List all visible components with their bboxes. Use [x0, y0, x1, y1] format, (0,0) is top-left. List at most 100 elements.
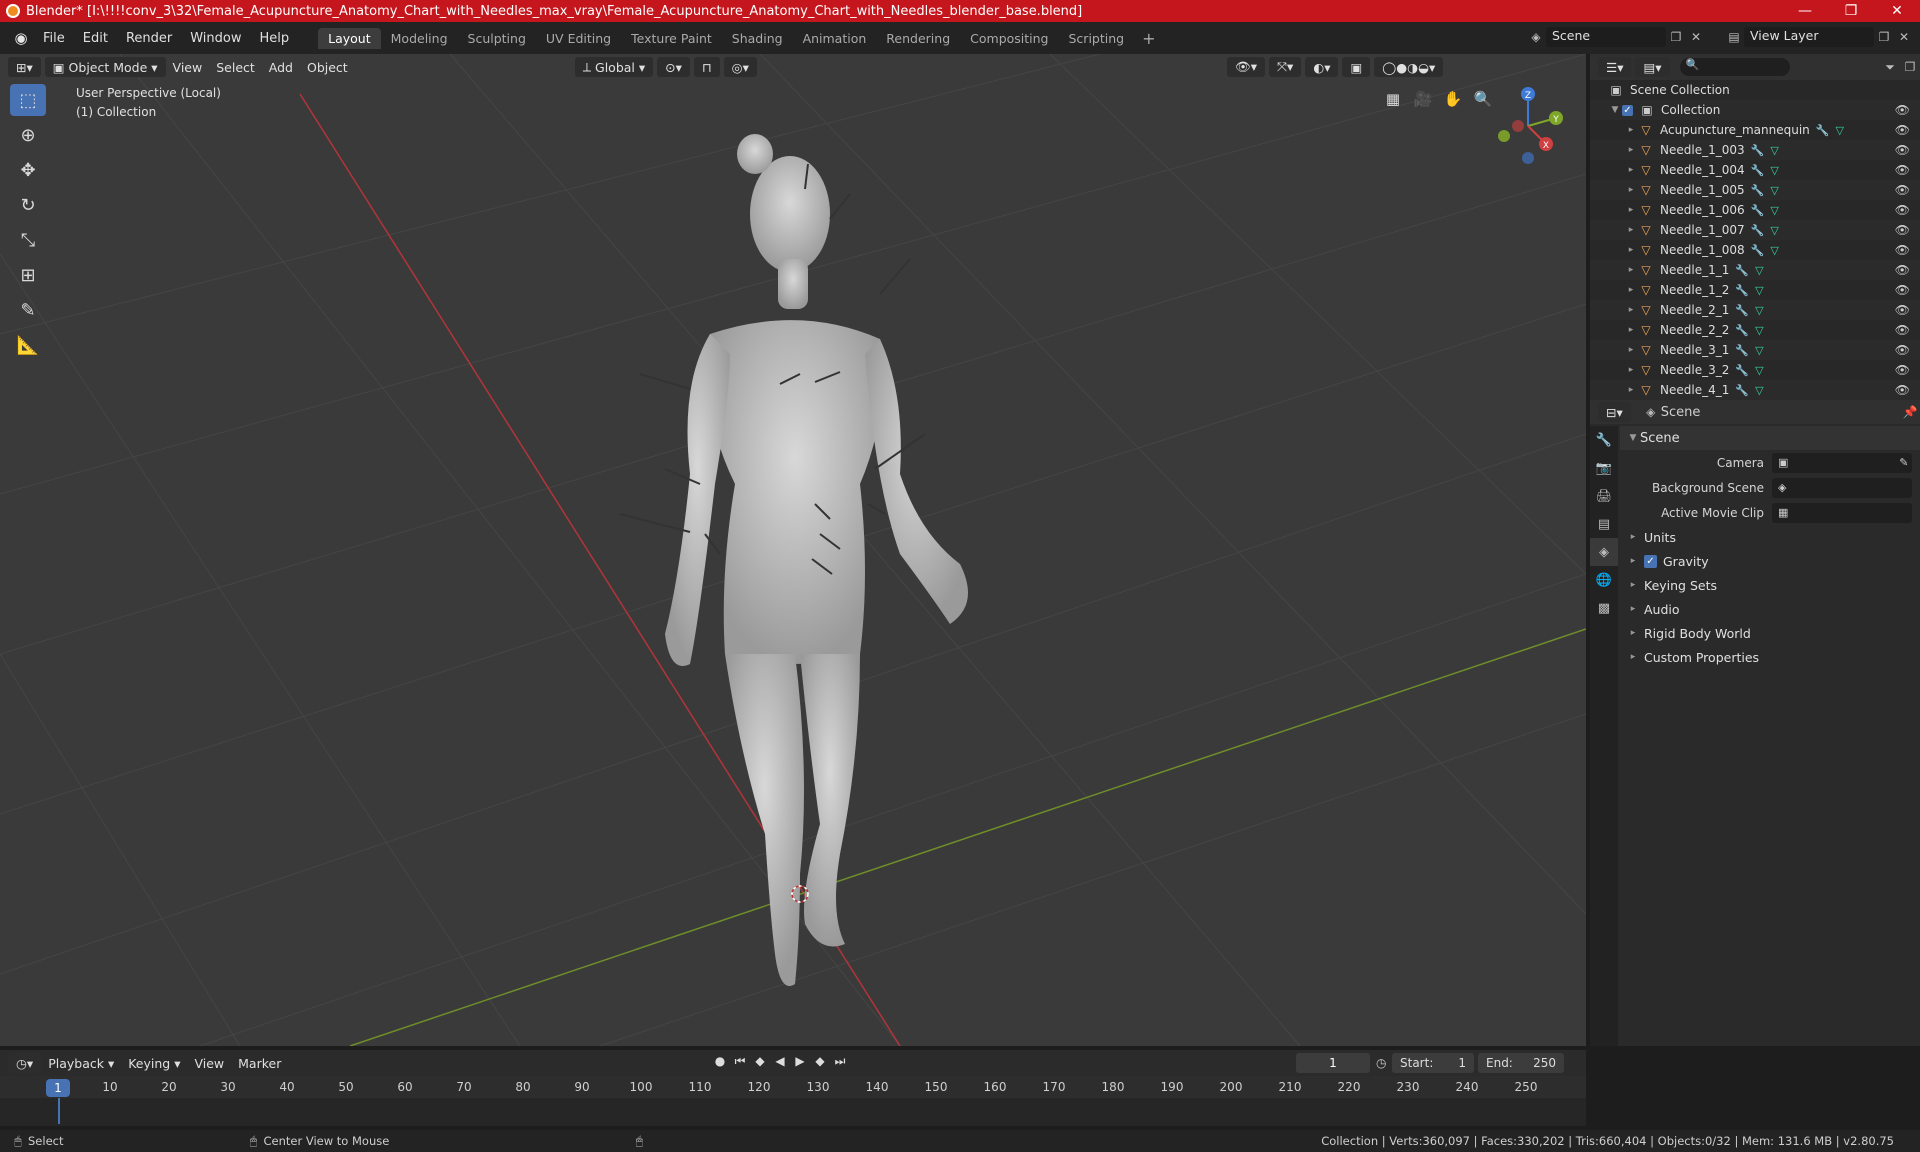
eye-icon[interactable]: 👁	[1895, 323, 1910, 337]
view-layer-field[interactable]: View Layer	[1744, 27, 1874, 47]
background-scene-field[interactable]: ◈	[1772, 477, 1912, 498]
delete-view-layer-icon[interactable]: ✕	[1894, 30, 1914, 44]
viewport-menu-object[interactable]: Object	[300, 60, 355, 75]
eye-icon[interactable]: 👁	[1895, 343, 1910, 357]
world-tab-icon[interactable]: 🌐	[1590, 566, 1618, 594]
timeline-menu-view[interactable]: View	[187, 1056, 231, 1071]
outliner-object-row[interactable]: ▸ ▽ Needle_2_1 🔧 ▽ 👁	[1590, 300, 1920, 320]
mesh-data-icon[interactable]: ▽	[1755, 344, 1763, 357]
eye-icon[interactable]: 👁	[1895, 363, 1910, 377]
eye-icon[interactable]: 👁	[1895, 163, 1910, 177]
expand-icon[interactable]: ▸	[1624, 225, 1638, 235]
modifier-icon[interactable]: 🔧	[1751, 244, 1765, 257]
expand-icon[interactable]: ▸	[1624, 245, 1638, 255]
playhead-line[interactable]	[58, 1098, 60, 1124]
timeline-editor-type[interactable]: ◷▾	[8, 1053, 42, 1073]
gizmo-toggle[interactable]: ⤧▾	[1269, 57, 1302, 77]
scene-collection-row[interactable]: ▣ Scene Collection	[1590, 80, 1920, 100]
mesh-data-icon[interactable]: ▽	[1755, 284, 1763, 297]
add-workspace-icon[interactable]: +	[1134, 29, 1163, 48]
modifier-icon[interactable]: 🔧	[1735, 264, 1749, 277]
camera-view-icon[interactable]: 🎥	[1408, 84, 1438, 114]
viewport-menu-add[interactable]: Add	[262, 60, 300, 75]
mode-dropdown[interactable]: ▣ Object Mode ▾	[44, 57, 166, 77]
texture-tab-icon[interactable]: ▩	[1590, 594, 1618, 622]
viewport-menu-select[interactable]: Select	[209, 60, 262, 75]
modifier-icon[interactable]: 🔧	[1751, 144, 1765, 157]
jump-end-icon[interactable]: ⏭	[830, 1054, 850, 1069]
expand-icon[interactable]: ▸	[1624, 205, 1638, 215]
outliner-object-row[interactable]: ▸ ▽ Needle_1_004 🔧 ▽ 👁	[1590, 160, 1920, 180]
units-panel[interactable]: ▸ Units	[1620, 525, 1920, 549]
eyedropper-icon[interactable]: ✎	[1899, 456, 1912, 469]
collapse-icon[interactable]: ▼	[1608, 105, 1622, 115]
mesh-data-icon[interactable]: ▽	[1770, 184, 1778, 197]
new-view-layer-icon[interactable]: ❐	[1874, 30, 1894, 44]
play-icon[interactable]: ▶	[790, 1054, 810, 1069]
mesh-data-icon[interactable]: ▽	[1770, 144, 1778, 157]
blender-menu-icon[interactable]: ◉	[8, 29, 34, 47]
mesh-data-icon[interactable]: ▽	[1836, 124, 1844, 137]
properties-editor-type[interactable]: ⊟▾	[1598, 402, 1631, 422]
outliner-object-row[interactable]: ▸ ▽ Needle_1_007 🔧 ▽ 👁	[1590, 220, 1920, 240]
menu-help[interactable]: Help	[251, 31, 299, 46]
timeline-menu-marker[interactable]: Marker	[231, 1056, 288, 1071]
measure-tool-icon[interactable]: 📐	[10, 329, 46, 361]
view-layer-tab-icon[interactable]: ▤	[1590, 510, 1618, 538]
mesh-data-icon[interactable]: ▽	[1755, 324, 1763, 337]
pin-icon[interactable]: 📌	[1900, 405, 1920, 419]
expand-icon[interactable]: ▸	[1624, 325, 1638, 335]
3d-viewport[interactable]: ⊞▾ ▣ Object Mode ▾ View Select Add Objec…	[0, 54, 1586, 1046]
outliner-object-row[interactable]: ▸ ▽ Needle_3_1 🔧 ▽ 👁	[1590, 340, 1920, 360]
outliner-object-row[interactable]: ▸ ▽ Needle_1_008 🔧 ▽ 👁	[1590, 240, 1920, 260]
transform-tool-icon[interactable]: ⊞	[10, 259, 46, 291]
end-frame-field[interactable]: End: 250	[1478, 1053, 1564, 1073]
minimize-button[interactable]: —	[1782, 3, 1828, 19]
rotate-tool-icon[interactable]: ↻	[10, 189, 46, 221]
eye-icon[interactable]: 👁	[1895, 183, 1910, 197]
modifier-icon[interactable]: 🔧	[1735, 304, 1749, 317]
mesh-data-icon[interactable]: ▽	[1770, 224, 1778, 237]
modifier-icon[interactable]: 🔧	[1735, 344, 1749, 357]
viewport-menu-view[interactable]: View	[166, 60, 210, 75]
close-button[interactable]: ✕	[1874, 3, 1920, 19]
collection-checkbox[interactable]: ✓	[1622, 104, 1633, 116]
shading-modes[interactable]: ◯●◑◒▾	[1374, 57, 1444, 77]
view-layer-selector[interactable]: ▤ View Layer ❐ ✕	[1724, 26, 1914, 48]
mesh-data-icon[interactable]: ▽	[1770, 244, 1778, 257]
expand-icon[interactable]: ▸	[1624, 165, 1638, 175]
filter-icon[interactable]: ⏷	[1880, 60, 1900, 75]
record-icon[interactable]: ●	[710, 1054, 730, 1069]
mesh-data-icon[interactable]: ▽	[1755, 264, 1763, 277]
render-tab-icon[interactable]: 📷	[1590, 454, 1618, 482]
grid-view-icon[interactable]: ▦	[1378, 84, 1408, 114]
expand-icon[interactable]: ▸	[1624, 265, 1638, 275]
expand-icon[interactable]: ▸	[1624, 305, 1638, 315]
mannequin[interactable]	[665, 134, 968, 986]
new-scene-icon[interactable]: ❐	[1666, 30, 1686, 44]
eye-icon[interactable]: 👁	[1895, 263, 1910, 277]
current-frame-marker[interactable]: 1	[46, 1079, 70, 1097]
select-box-tool-icon[interactable]: ⬚	[10, 84, 46, 116]
tab-modeling[interactable]: Modeling	[381, 28, 458, 49]
outliner-object-row[interactable]: ▸ ▽ Needle_4_1 🔧 ▽ 👁	[1590, 380, 1920, 400]
mesh-data-icon[interactable]: ▽	[1770, 164, 1778, 177]
scene-tab-icon[interactable]: ◈	[1590, 538, 1618, 566]
overlay-toggle[interactable]: ◐▾	[1305, 57, 1339, 77]
rigid-body-world-panel[interactable]: ▸ Rigid Body World	[1620, 621, 1920, 645]
proportional-edit-toggle[interactable]: ◎▾	[723, 57, 757, 77]
outliner-object-row[interactable]: ▸ ▽ Needle_1_006 🔧 ▽ 👁	[1590, 200, 1920, 220]
delete-scene-icon[interactable]: ✕	[1686, 30, 1706, 44]
xray-toggle[interactable]: ▣	[1342, 57, 1371, 77]
camera-field[interactable]: ▣ ✎	[1772, 452, 1912, 473]
eye-icon[interactable]: 👁	[1895, 283, 1910, 297]
tab-uv-editing[interactable]: UV Editing	[536, 28, 621, 49]
expand-icon[interactable]: ▸	[1624, 385, 1638, 395]
tab-rendering[interactable]: Rendering	[876, 28, 960, 49]
annotate-tool-icon[interactable]: ✎	[10, 294, 46, 326]
jump-start-icon[interactable]: ⏮	[730, 1054, 750, 1069]
outliner-object-row[interactable]: ▸ ▽ Needle_1_005 🔧 ▽ 👁	[1590, 180, 1920, 200]
collection-row[interactable]: ▼ ✓ ▣ Collection 👁	[1590, 100, 1920, 120]
modifier-icon[interactable]: 🔧	[1751, 224, 1765, 237]
modifier-icon[interactable]: 🔧	[1735, 284, 1749, 297]
